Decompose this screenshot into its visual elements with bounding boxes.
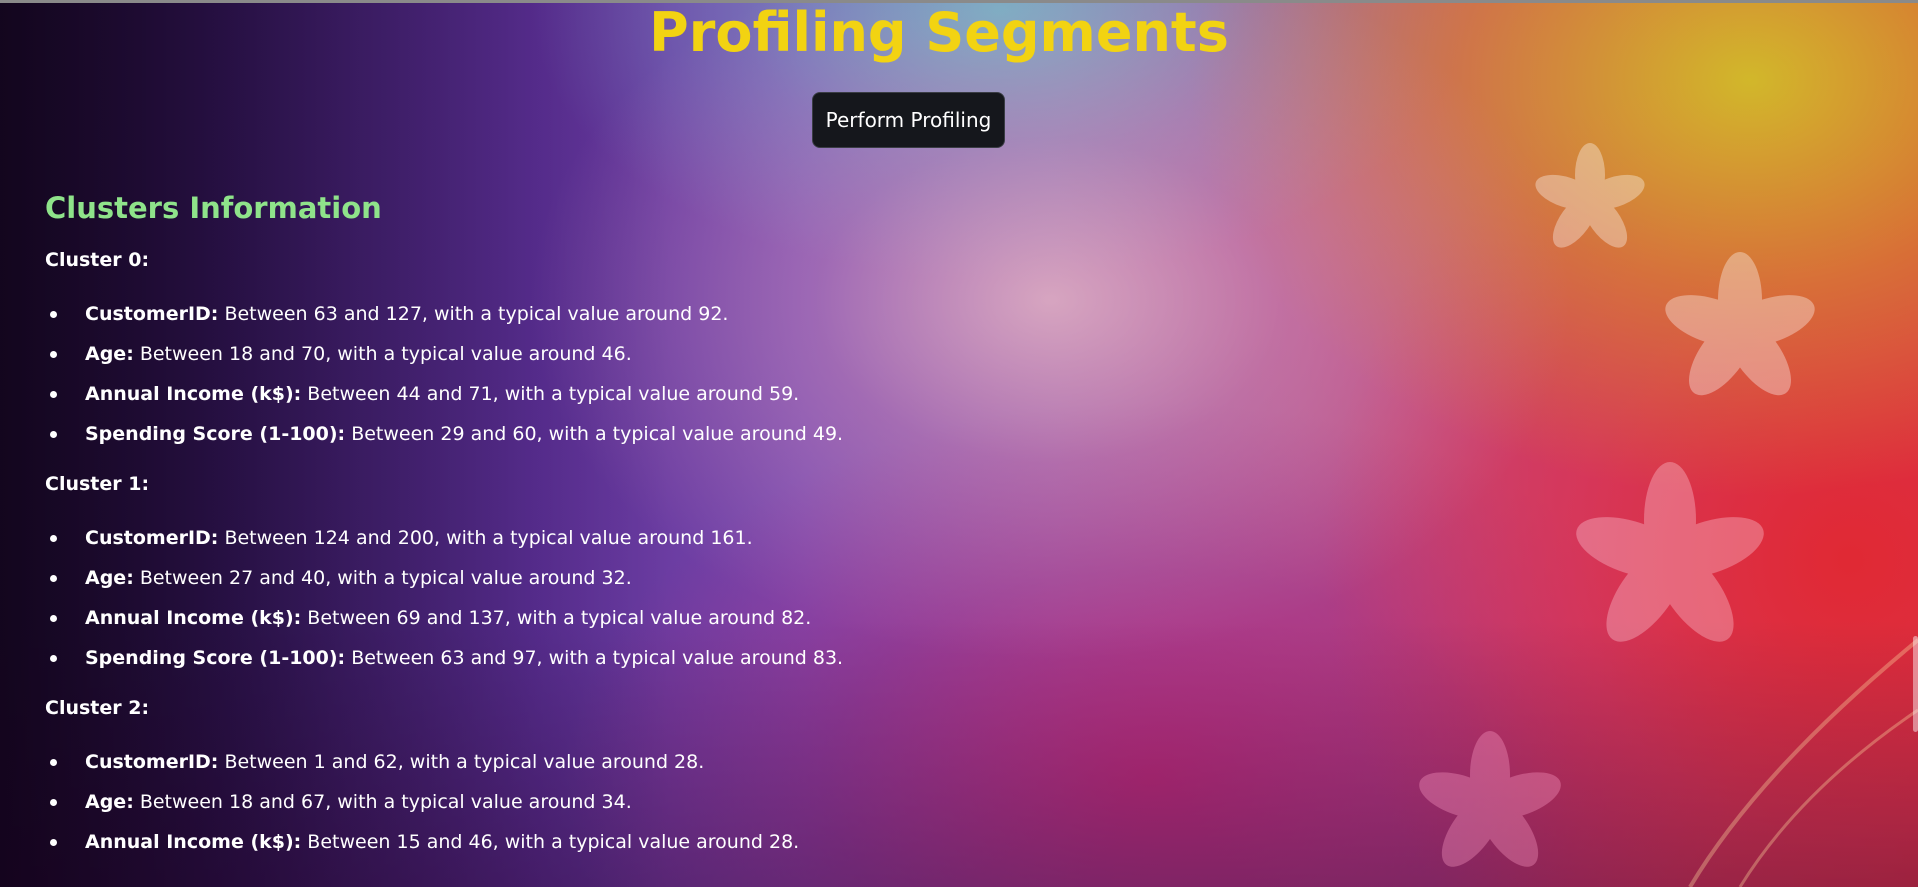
page-title: Profiling Segments (649, 1, 1229, 64)
decorative-flower-icon (1419, 731, 1561, 867)
attribute-label: Spending Score (1-100): (85, 647, 346, 669)
list-item: Annual Income (k$): Between 69 and 137, … (45, 598, 1245, 638)
attribute-label: Age: (85, 791, 134, 813)
cluster-heading: Cluster 0: (45, 249, 150, 271)
app-background: Profiling Segments Perform Profiling Clu… (0, 0, 1918, 887)
attribute-label: Annual Income (k$): (85, 383, 302, 405)
attribute-description: Between 15 and 46, with a typical value … (301, 831, 800, 853)
attribute-label: Age: (85, 567, 134, 589)
attribute-description: Between 18 and 70, with a typical value … (133, 343, 632, 365)
bullet-icon (50, 799, 57, 806)
bullet-icon (50, 759, 57, 766)
bullet-icon (50, 575, 57, 582)
attribute-description: Between 124 and 200, with a typical valu… (218, 527, 753, 549)
decorative-flower-icon (1665, 252, 1815, 396)
attribute-label: Annual Income (k$): (85, 607, 302, 629)
decorative-flower-icon (1535, 143, 1645, 248)
cluster-block: Cluster 1: CustomerID: Between 124 and 20… (45, 472, 1245, 678)
clusters-list: Cluster 0: CustomerID: Between 63 and 127… (45, 248, 1245, 862)
bullet-icon (50, 615, 57, 622)
list-item: CustomerID: Between 63 and 127, with a t… (45, 294, 1245, 334)
bullet-icon (50, 535, 57, 542)
attribute-description: Between 63 and 97, with a typical value … (345, 647, 844, 669)
decorative-stem-icon (1688, 638, 1918, 887)
list-item: Spending Score (1-100): Between 63 and 9… (45, 638, 1245, 678)
attribute-description: Between 18 and 67, with a typical value … (133, 791, 632, 813)
bullet-icon (50, 431, 57, 438)
bullet-icon (50, 655, 57, 662)
list-item: Age: Between 18 and 70, with a typical v… (45, 334, 1245, 374)
attribute-list: CustomerID: Between 63 and 127, with a t… (45, 294, 1245, 454)
attribute-label: CustomerID: (85, 303, 219, 325)
attribute-description: Between 44 and 71, with a typical value … (301, 383, 800, 405)
scrollbar-thumb[interactable] (1913, 636, 1918, 732)
list-item: CustomerID: Between 124 and 200, with a … (45, 518, 1245, 558)
perform-profiling-button[interactable]: Perform Profiling (812, 92, 1005, 148)
attribute-description: Between 29 and 60, with a typical value … (345, 423, 844, 445)
list-item: Age: Between 27 and 40, with a typical v… (45, 558, 1245, 598)
bullet-icon (50, 391, 57, 398)
clusters-information-section: Clusters Information Cluster 0: CustomerI… (45, 180, 1245, 880)
cluster-block: Cluster 2: CustomerID: Between 1 and 62, … (45, 696, 1245, 862)
list-item: CustomerID: Between 1 and 62, with a typ… (45, 742, 1245, 782)
cluster-heading: Cluster 1: (45, 473, 150, 495)
attribute-label: CustomerID: (85, 751, 219, 773)
bullet-icon (50, 351, 57, 358)
attribute-description: Between 27 and 40, with a typical value … (133, 567, 632, 589)
attribute-label: Annual Income (k$): (85, 831, 302, 853)
attribute-label: Spending Score (1-100): (85, 423, 346, 445)
attribute-description: Between 69 and 137, with a typical value… (301, 607, 812, 629)
attribute-label: Age: (85, 343, 134, 365)
attribute-list: CustomerID: Between 124 and 200, with a … (45, 518, 1245, 678)
cluster-block: Cluster 0: CustomerID: Between 63 and 127… (45, 248, 1245, 454)
attribute-description: Between 63 and 127, with a typical value… (218, 303, 729, 325)
bullet-icon (50, 311, 57, 318)
list-item: Annual Income (k$): Between 15 and 46, w… (45, 822, 1245, 862)
attribute-list: CustomerID: Between 1 and 62, with a typ… (45, 742, 1245, 862)
cluster-heading: Cluster 2: (45, 697, 150, 719)
list-item: Age: Between 18 and 67, with a typical v… (45, 782, 1245, 822)
bullet-icon (50, 839, 57, 846)
list-item: Annual Income (k$): Between 44 and 71, w… (45, 374, 1245, 414)
section-title: Clusters Information (45, 191, 382, 225)
attribute-description: Between 1 and 62, with a typical value a… (218, 751, 705, 773)
list-item: Spending Score (1-100): Between 29 and 6… (45, 414, 1245, 454)
attribute-label: CustomerID: (85, 527, 219, 549)
